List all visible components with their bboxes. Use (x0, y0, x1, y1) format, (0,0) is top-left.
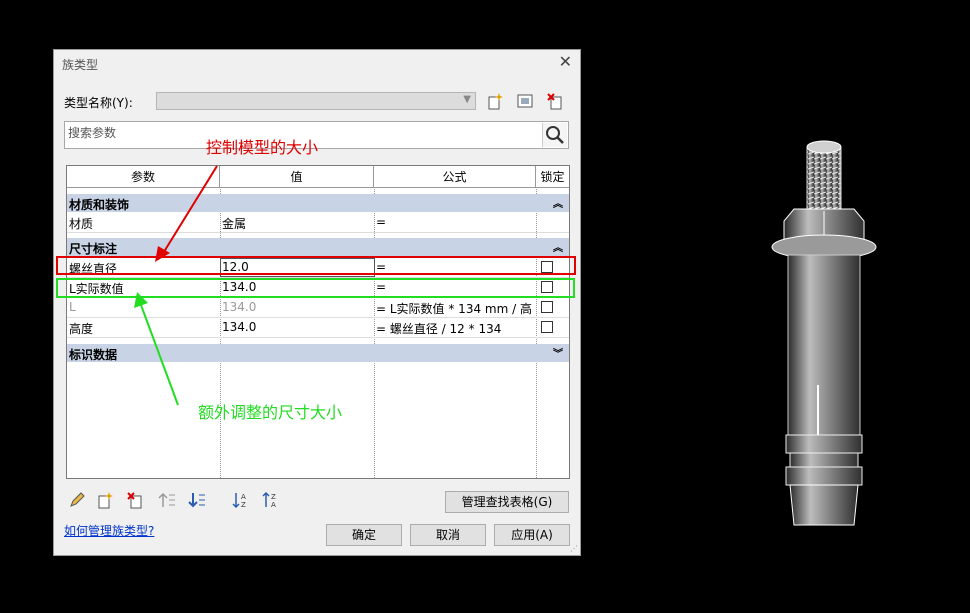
green-annotation-text: 额外调整的尺寸大小 (198, 403, 343, 422)
expansion-cone (789, 484, 859, 526)
red-annotation-text: 控制模型的大小 (206, 138, 319, 157)
anchor-bolt-preview (771, 140, 877, 526)
bolt-sleeve (787, 254, 861, 436)
red-arrow-head (155, 246, 170, 262)
red-arrow-line (161, 165, 218, 256)
green-arrow-line (140, 304, 179, 406)
